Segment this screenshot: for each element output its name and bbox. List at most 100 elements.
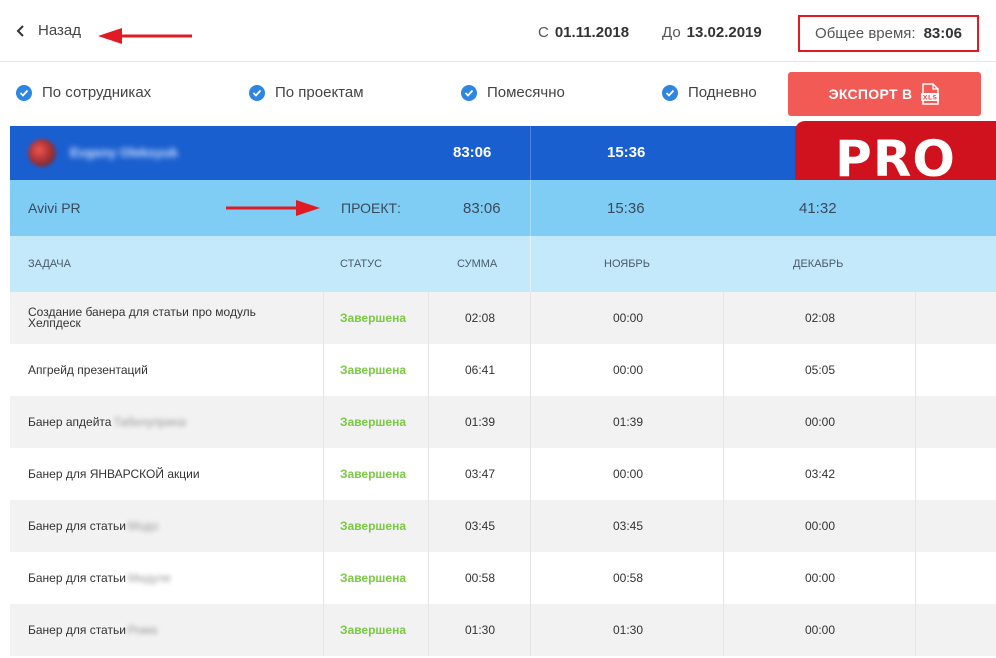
task-status: Завершена <box>340 519 407 533</box>
filter-by-projects-checkbox[interactable]: По проектам <box>249 84 364 101</box>
project-december: 41:32 <box>799 200 837 217</box>
column-divider <box>323 292 324 344</box>
column-divider <box>530 236 531 292</box>
redacted-text: Рома <box>127 622 157 637</box>
column-divider <box>323 344 324 396</box>
column-header-status[interactable]: СТАТУС <box>340 258 382 270</box>
checkbox-checked-icon[interactable] <box>461 84 477 101</box>
table-row[interactable]: Апгрейд презентаций Завершена 06:41 00:0… <box>10 344 996 396</box>
date-to-label: До <box>662 24 681 41</box>
project-row[interactable]: Avivi PR ПРОЕКТ: 83:06 15:36 41:32 <box>10 180 996 236</box>
filter-monthly-checkbox[interactable]: Помесячно <box>461 84 565 101</box>
table-row[interactable]: Банер для ЯНВАРСКОЙ акции Завершена 03:4… <box>10 448 996 500</box>
task-name: Банер для статьи Мидуле <box>28 552 308 604</box>
redacted-text: Табелуприна <box>113 414 187 429</box>
task-table: Создание банера для статьи про модуль Хе… <box>10 292 996 656</box>
task-november: 00:00 <box>613 363 644 377</box>
task-november: 00:00 <box>613 467 644 481</box>
total-label: Общее время: <box>815 25 916 42</box>
back-label: Назад <box>38 22 81 39</box>
task-title: Банер для ЯНВАРСКОЙ акции <box>28 466 200 481</box>
filter-daily-label: Подневно <box>688 84 757 101</box>
task-title: Банер для статьи <box>28 518 126 533</box>
task-status: Завершена <box>340 363 407 377</box>
export-xls-button[interactable]: ЭКСПОРТ В XLS <box>788 72 981 116</box>
total-value: 83:06 <box>923 25 962 42</box>
table-header: ЗАДАЧА СТАТУС СУММА НОЯБРЬ ДЕКАБРЬ <box>10 236 996 292</box>
table-row[interactable]: Создание банера для статьи про модуль Хе… <box>10 292 996 344</box>
task-name: Банер для статьи Модо <box>28 500 308 552</box>
column-divider <box>530 344 531 396</box>
column-divider <box>723 500 724 552</box>
task-sum: 06:41 <box>465 363 496 377</box>
column-divider <box>723 448 724 500</box>
column-divider <box>428 396 429 448</box>
svg-text:XLS: XLS <box>923 94 938 102</box>
task-title: Апгрейд презентаций <box>28 362 148 377</box>
column-divider <box>323 448 324 500</box>
table-row[interactable]: Банер для статьи Мидуле Завершена 00:58 0… <box>10 552 996 604</box>
date-from[interactable]: С 01.11.2018 <box>538 24 629 41</box>
project-name: Avivi PR <box>28 200 81 216</box>
column-divider <box>428 292 429 344</box>
back-button[interactable]: Назад <box>14 22 81 39</box>
task-status: Завершена <box>340 467 407 481</box>
task-december: 00:00 <box>805 571 836 585</box>
column-divider <box>530 448 531 500</box>
task-name: Банер для ЯНВАРСКОЙ акции <box>28 448 308 500</box>
column-divider <box>915 292 916 344</box>
table-row[interactable]: Банер апдейта Табелуприна Завершена 01:39… <box>10 396 996 448</box>
task-november: 03:45 <box>613 519 644 533</box>
task-status: Завершена <box>340 311 407 325</box>
table-row[interactable]: Банер для статьи Модо Завершена 03:45 03:… <box>10 500 996 552</box>
checkbox-checked-icon[interactable] <box>662 84 678 101</box>
task-status: Завершена <box>340 571 407 585</box>
checkbox-checked-icon[interactable] <box>249 84 265 101</box>
project-label: ПРОЕКТ: <box>341 200 401 216</box>
column-divider <box>323 500 324 552</box>
task-december: 00:00 <box>805 415 836 429</box>
redacted-text: Модо <box>127 518 159 533</box>
xls-file-icon: XLS <box>921 83 940 105</box>
filter-by-employees-label: По сотрудниках <box>42 84 152 101</box>
task-sum: 00:58 <box>465 571 496 585</box>
task-november: 00:00 <box>613 311 644 325</box>
column-header-task[interactable]: ЗАДАЧА <box>28 258 71 270</box>
date-to[interactable]: До 13.02.2019 <box>662 24 762 41</box>
task-december: 03:42 <box>805 467 836 481</box>
column-header-november[interactable]: НОЯБРЬ <box>604 258 650 270</box>
task-sum: 03:45 <box>465 519 496 533</box>
column-divider <box>323 604 324 656</box>
chevron-left-icon <box>16 24 24 37</box>
project-sum: 83:06 <box>463 200 501 217</box>
column-divider <box>428 344 429 396</box>
date-to-value: 13.02.2019 <box>686 24 762 41</box>
column-divider <box>915 604 916 656</box>
column-divider <box>723 396 724 448</box>
column-divider <box>428 604 429 656</box>
table-row[interactable]: Банер для статьи Рома Завершена 01:30 01:… <box>10 604 996 656</box>
column-divider <box>915 344 916 396</box>
filter-by-employees-checkbox[interactable]: По сотрудниках <box>16 84 151 101</box>
column-header-december[interactable]: ДЕКАБРЬ <box>793 258 843 270</box>
filter-daily-checkbox[interactable]: Подневно <box>662 84 757 101</box>
column-divider <box>323 552 324 604</box>
task-december: 05:05 <box>805 363 836 377</box>
column-divider <box>915 500 916 552</box>
column-header-sum[interactable]: СУММА <box>457 258 497 270</box>
column-divider <box>915 396 916 448</box>
column-divider <box>723 292 724 344</box>
task-title: Банер для статьи <box>28 622 126 637</box>
checkbox-checked-icon[interactable] <box>16 84 32 101</box>
column-divider <box>428 500 429 552</box>
filter-by-projects-label: По проектам <box>275 84 364 101</box>
filter-monthly-label: Помесячно <box>487 84 565 101</box>
column-divider <box>915 552 916 604</box>
date-from-value: 01.11.2018 <box>554 24 630 41</box>
annotation-arrow-left-icon <box>98 28 192 44</box>
column-divider <box>530 500 531 552</box>
column-divider <box>915 448 916 500</box>
column-divider <box>723 552 724 604</box>
task-november: 00:58 <box>613 571 644 585</box>
column-divider <box>428 552 429 604</box>
